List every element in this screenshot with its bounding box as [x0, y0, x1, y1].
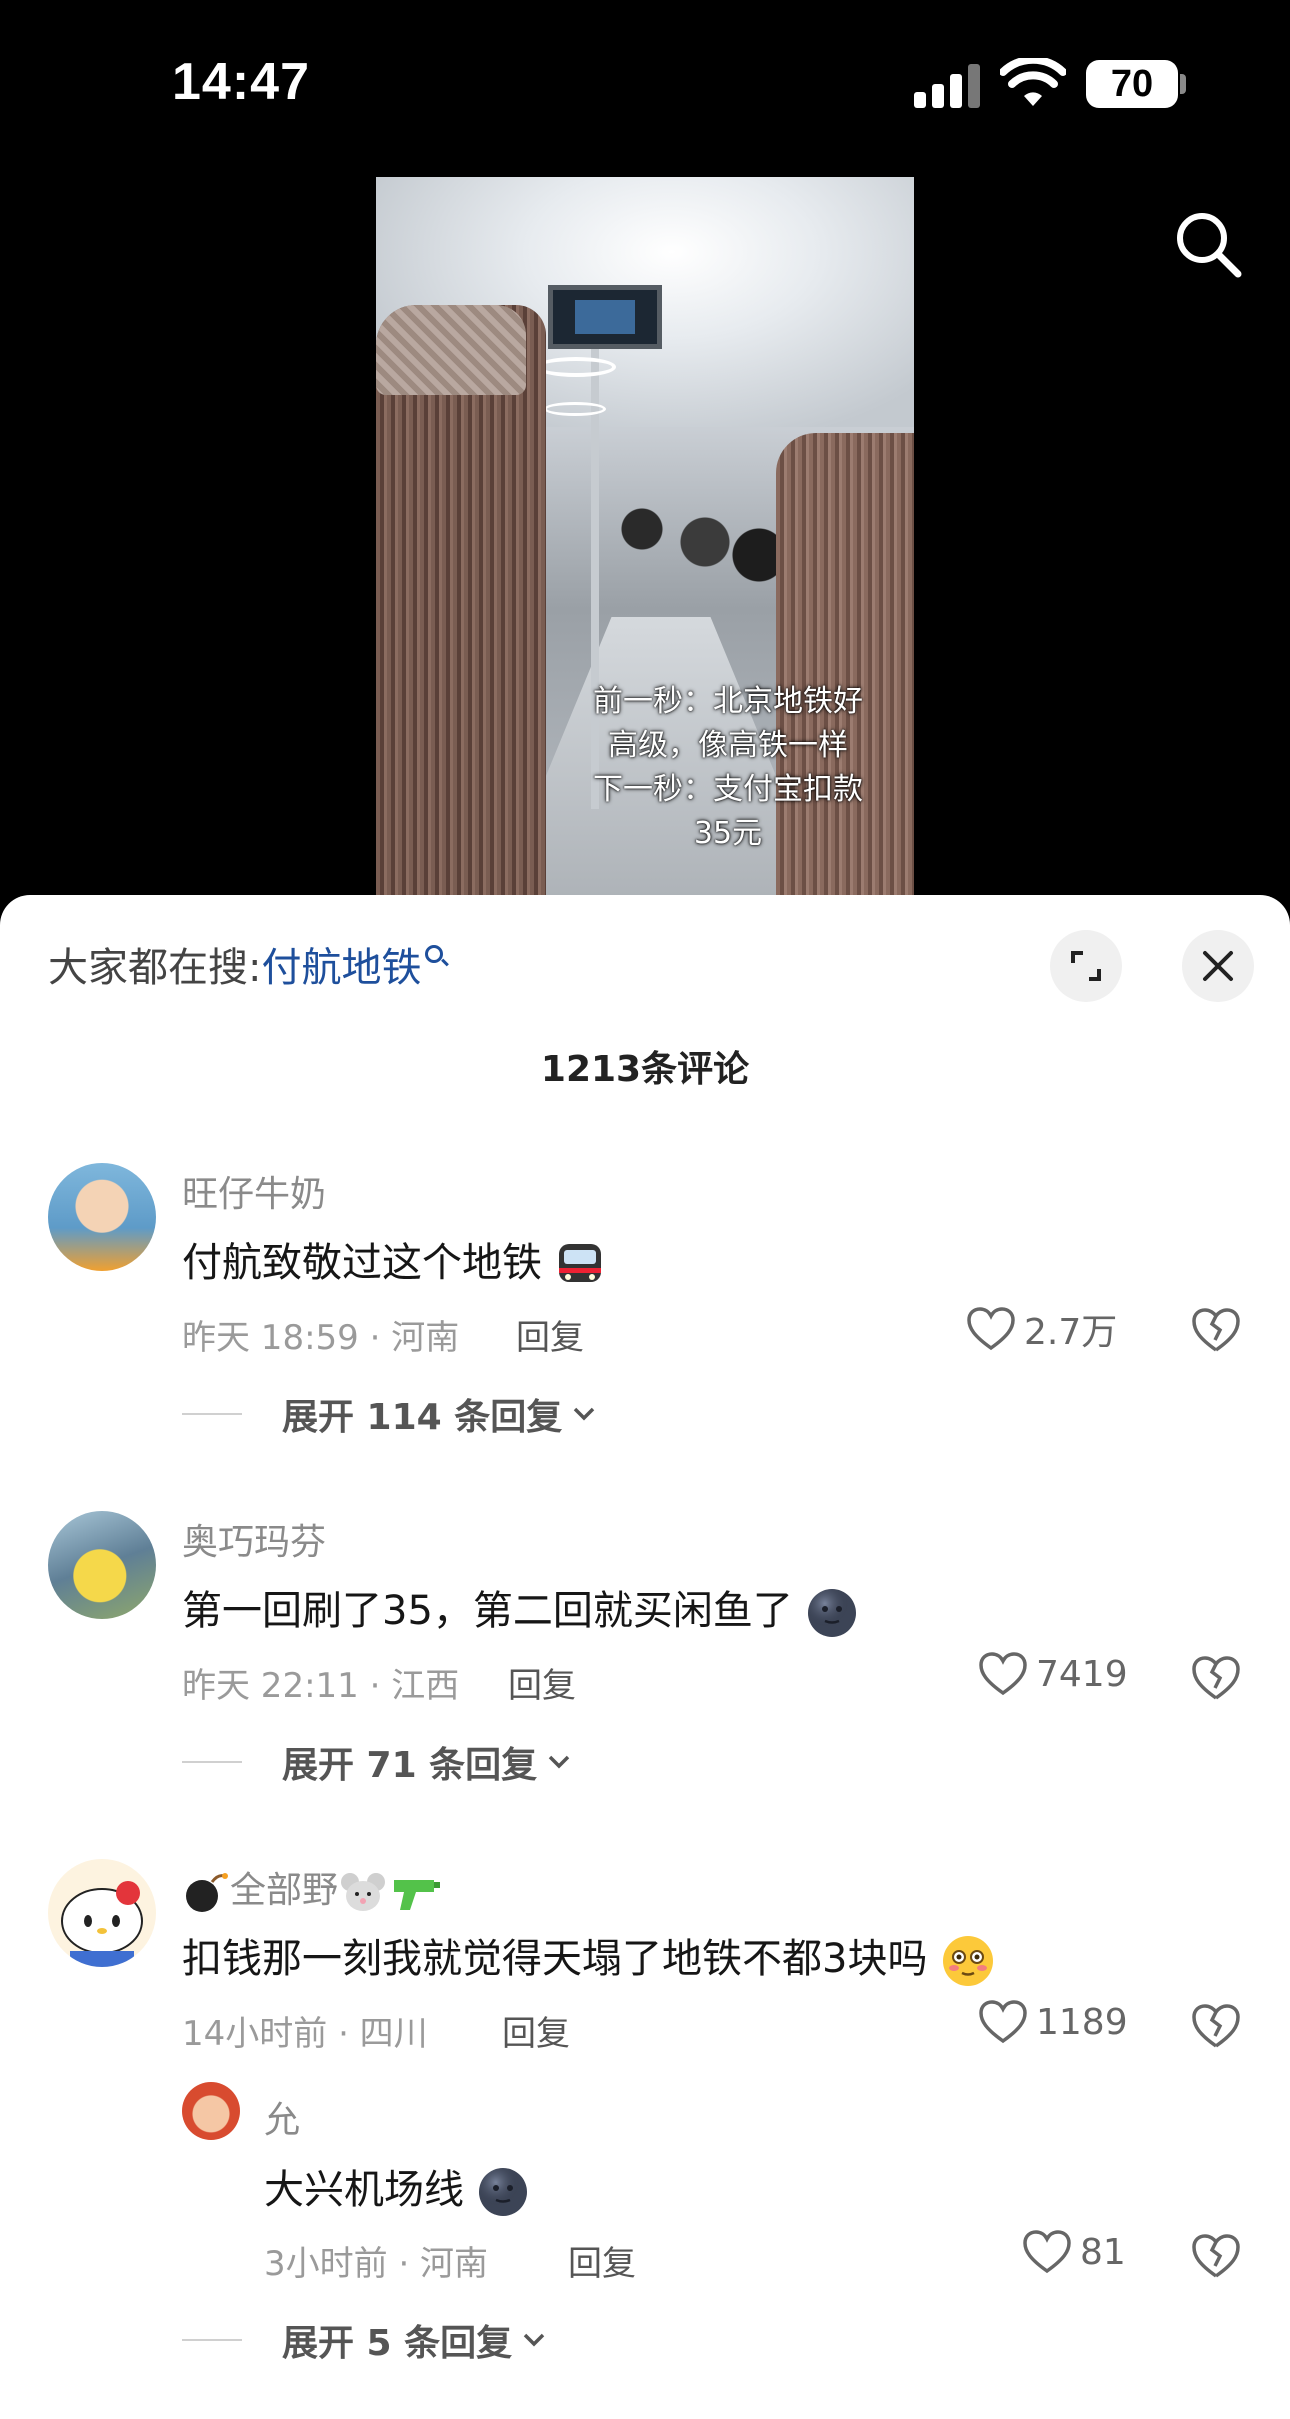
- broken-heart-icon[interactable]: [1190, 2002, 1242, 2050]
- reply-button[interactable]: 回复: [516, 1310, 584, 1359]
- heart-icon: [979, 2000, 1027, 2044]
- expand-replies-label: 展开 71 条回复: [282, 1745, 538, 1786]
- avatar[interactable]: [48, 1511, 156, 1619]
- video-light-ring: [544, 402, 606, 416]
- broken-heart-icon[interactable]: [1190, 1306, 1242, 1354]
- comment-text: 第一回刷了35，第二回就买闲鱼了: [182, 1578, 858, 1639]
- hot-search-bar[interactable]: 大家都在搜:付航地铁: [48, 935, 444, 993]
- chevron-down-icon: [548, 1755, 570, 1769]
- comment-text-body: 第一回刷了35，第二回就买闲鱼了: [182, 1588, 793, 1634]
- video-passengers: [606, 477, 786, 607]
- avatar[interactable]: [48, 1163, 156, 1271]
- close-icon: [1203, 951, 1233, 981]
- comment-username[interactable]: 奥巧玛芬: [182, 1513, 326, 1565]
- expand-icon: [1071, 951, 1101, 981]
- like-button[interactable]: 7419: [978, 1651, 1128, 1697]
- reply-button[interactable]: 回复: [568, 2236, 636, 2285]
- reply-button[interactable]: 回复: [502, 2006, 570, 2055]
- comment-text-body: 扣钱那一刻我就觉得天塌了地铁不都3块吗: [182, 1936, 928, 1982]
- expand-replies-button[interactable]: 展开 5 条回复: [182, 2314, 546, 2366]
- hello-kitty-avatar-art: [61, 1881, 143, 1967]
- caption-line: 下一秒：支付宝扣款: [593, 772, 863, 807]
- comment-time-location: 昨天 18:59 · 河南: [182, 1318, 460, 1358]
- like-count: 2.7万: [1024, 1312, 1118, 1353]
- heart-icon: [967, 1307, 1015, 1351]
- divider: [182, 1413, 242, 1415]
- avatar[interactable]: [48, 1859, 156, 1967]
- cellular-signal-icon: [914, 64, 980, 108]
- expand-replies-button[interactable]: 展开 114 条回复: [182, 1388, 596, 1440]
- video-light-ring: [536, 357, 616, 377]
- reply-button[interactable]: 回复: [508, 1658, 576, 1707]
- expand-replies-button[interactable]: 展开 71 条回复: [182, 1736, 571, 1788]
- comment-count: 1213条评论: [540, 1049, 750, 1090]
- battery-indicator: 70: [1086, 60, 1178, 108]
- metro-emoji: [558, 1244, 601, 1282]
- like-button[interactable]: 2.7万: [966, 1303, 1117, 1355]
- expand-replies-label: 展开 114 条回复: [282, 1397, 563, 1438]
- hot-search-term[interactable]: 付航地铁: [261, 945, 421, 991]
- battery-tip: [1180, 74, 1186, 94]
- comment-username[interactable]: 旺仔牛奶: [182, 1165, 326, 1217]
- comment-time-location: 昨天 22:11 · 江西: [182, 1666, 460, 1706]
- comment-username[interactable]: 全部野: [182, 1861, 442, 1914]
- hot-search-prefix: 大家都在搜:: [48, 945, 262, 991]
- mouse-emoji: [341, 1873, 386, 1911]
- comment-username-text: 全部野: [230, 1870, 339, 1911]
- water-pistol-emoji: [394, 1880, 441, 1910]
- caption-line: 35元: [693, 816, 763, 851]
- comment-text-body: 付航致敬过这个地铁: [182, 1240, 542, 1286]
- comments-sheet: 大家都在搜:付航地铁 1213条评论 旺仔牛奶 付航致敬过这个地铁 昨天 18:…: [0, 895, 1290, 2419]
- comment-text: 付航致敬过这个地铁: [182, 1230, 605, 1288]
- caption-line: 高级，像高铁一样: [608, 728, 848, 763]
- like-count: 7419: [1036, 1653, 1128, 1695]
- search-icon: [425, 945, 444, 963]
- bomb-emoji: [186, 1873, 228, 1912]
- flushed-face-emoji: [943, 1936, 994, 1986]
- chevron-down-icon: [523, 2333, 545, 2347]
- expand-button[interactable]: [1050, 930, 1122, 1002]
- video-caption: 前一秒：北京地铁好 高级，像高铁一样 下一秒：支付宝扣款 35元: [548, 680, 908, 856]
- reply-username[interactable]: 允: [264, 2091, 300, 2143]
- like-count: 1189: [1036, 2001, 1128, 2043]
- reply-text-body: 大兴机场线: [264, 2167, 464, 2213]
- video-tv-screen: [548, 285, 662, 349]
- divider: [182, 2339, 242, 2341]
- reply-time-location: 3小时前 · 河南: [264, 2244, 489, 2284]
- reply-text: 大兴机场线: [264, 2157, 529, 2218]
- search-icon[interactable]: [1172, 208, 1244, 280]
- comment-time-location: 14小时前 · 四川: [182, 2014, 428, 2054]
- like-count: 81: [1080, 2231, 1126, 2273]
- expand-replies-label: 展开 5 条回复: [282, 2323, 513, 2364]
- video-seat-headrest: [376, 305, 526, 395]
- comment-text: 扣钱那一刻我就觉得天塌了地铁不都3块吗: [182, 1926, 996, 1989]
- broken-heart-icon[interactable]: [1190, 2232, 1242, 2280]
- broken-heart-icon[interactable]: [1190, 1654, 1242, 1702]
- like-button[interactable]: 1189: [978, 1999, 1128, 2045]
- close-button[interactable]: [1182, 930, 1254, 1002]
- like-button[interactable]: 81: [1022, 2229, 1126, 2275]
- moon-face-emoji: [478, 2168, 527, 2216]
- status-time: 14:47: [172, 53, 310, 111]
- moon-face-emoji: [807, 1589, 856, 1637]
- video-player[interactable]: 前一秒：北京地铁好 高级，像高铁一样 下一秒：支付宝扣款 35元: [376, 177, 914, 897]
- avatar[interactable]: [182, 2082, 240, 2140]
- chevron-down-icon: [573, 1407, 595, 1421]
- heart-icon: [1023, 2230, 1071, 2274]
- heart-icon: [979, 1652, 1027, 1696]
- caption-line: 前一秒：北京地铁好: [593, 684, 863, 719]
- wifi-icon: [1000, 58, 1066, 106]
- divider: [182, 1761, 242, 1763]
